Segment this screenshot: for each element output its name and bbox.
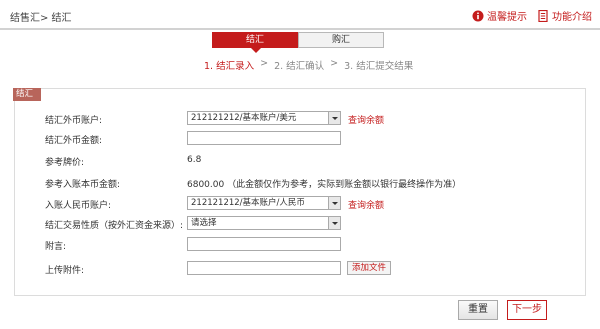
row-ref-rate: 参考牌价: 6.8 [15, 153, 587, 169]
tab-purchase[interactable]: 购汇 [298, 32, 384, 48]
tx-nature-value: 请选择 [191, 218, 217, 228]
step-3: 3. 结汇提交结果 [344, 61, 414, 72]
document-icon [538, 9, 548, 22]
intro-link[interactable]: 功能介绍 [537, 8, 592, 23]
top-right-links: 温馨提示 功能介绍 [472, 8, 592, 23]
add-file-button[interactable]: 添加文件 [347, 261, 391, 275]
note-label: 附言: [45, 242, 67, 252]
row-tx-nature: 结汇交易性质（按外汇资金来源）: 请选择 [15, 216, 587, 232]
fx-amount-label: 结汇外币金额: [45, 136, 103, 146]
query-balance-link-fx[interactable]: 查询余额 [348, 113, 384, 126]
step-separator: > [330, 58, 339, 69]
ref-rate-label: 参考牌价: [45, 158, 85, 168]
next-step-button[interactable]: 下一步 [507, 300, 547, 320]
query-balance-link-rmb[interactable]: 查询余额 [348, 198, 384, 211]
fx-account-label: 结汇外币账户: [45, 116, 103, 126]
step-separator: > [260, 58, 269, 69]
tips-label: 温馨提示 [487, 12, 527, 23]
step-2: 2. 结汇确认 [274, 61, 325, 72]
step-1: 1. 结汇录入 [204, 61, 255, 72]
tab-bar: 结汇 购汇 [212, 32, 384, 53]
reset-button[interactable]: 重置 [458, 300, 498, 320]
ref-amount-value: 6800.00 （此金额仅作为参考，实际到账金额以银行最终操作为准） [187, 180, 462, 190]
ref-rate-value: 6.8 [187, 155, 202, 165]
fx-account-select[interactable]: 212121212/基本账户/美元 [187, 111, 341, 125]
row-fx-amount: 结汇外币金额: [15, 131, 587, 147]
tx-nature-select[interactable]: 请选择 [187, 216, 341, 230]
tips-link[interactable]: 温馨提示 [472, 8, 527, 23]
rmb-account-label: 入账人民币账户: [45, 201, 112, 211]
upload-path-input[interactable] [187, 261, 341, 275]
rmb-account-select[interactable]: 212121212/基本账户/人民币 [187, 196, 341, 210]
tx-nature-label: 结汇交易性质（按外汇资金来源）: [45, 221, 184, 231]
chevron-down-icon [328, 217, 340, 229]
panel-tag: 结汇 [13, 88, 41, 101]
rmb-account-value: 212121212/基本账户/人民币 [191, 198, 305, 208]
chevron-down-icon [328, 197, 340, 209]
intro-label: 功能介绍 [552, 12, 592, 23]
breadcrumb: 结售汇> 结汇 [10, 13, 72, 24]
header-divider [0, 28, 600, 30]
top-bar: 结售汇> 结汇 温馨提示 功能介绍 [0, 0, 600, 30]
row-upload: 上传附件: 添加文件 [15, 261, 587, 277]
tab-settle[interactable]: 结汇 [212, 32, 298, 53]
row-fx-account: 结汇外币账户: 212121212/基本账户/美元 查询余额 [15, 111, 587, 127]
fx-amount-input[interactable] [187, 131, 341, 145]
row-note: 附言: [15, 237, 587, 253]
fx-account-value: 212121212/基本账户/美元 [191, 113, 297, 123]
ref-amount-label: 参考入账本币金额: [45, 180, 121, 190]
settle-form-panel: 结汇 结汇外币账户: 212121212/基本账户/美元 查询余额 结汇外币金额… [13, 88, 587, 296]
row-rmb-account: 入账人民币账户: 212121212/基本账户/人民币 查询余额 [15, 196, 587, 212]
step-indicator: 1. 结汇录入 > 2. 结汇确认 > 3. 结汇提交结果 [204, 58, 413, 72]
chevron-down-icon [328, 112, 340, 124]
note-input[interactable] [187, 237, 341, 251]
row-ref-amount: 参考入账本币金额: 6800.00 （此金额仅作为参考，实际到账金额以银行最终操… [15, 175, 587, 191]
upload-label: 上传附件: [45, 266, 85, 276]
info-icon [472, 10, 484, 21]
